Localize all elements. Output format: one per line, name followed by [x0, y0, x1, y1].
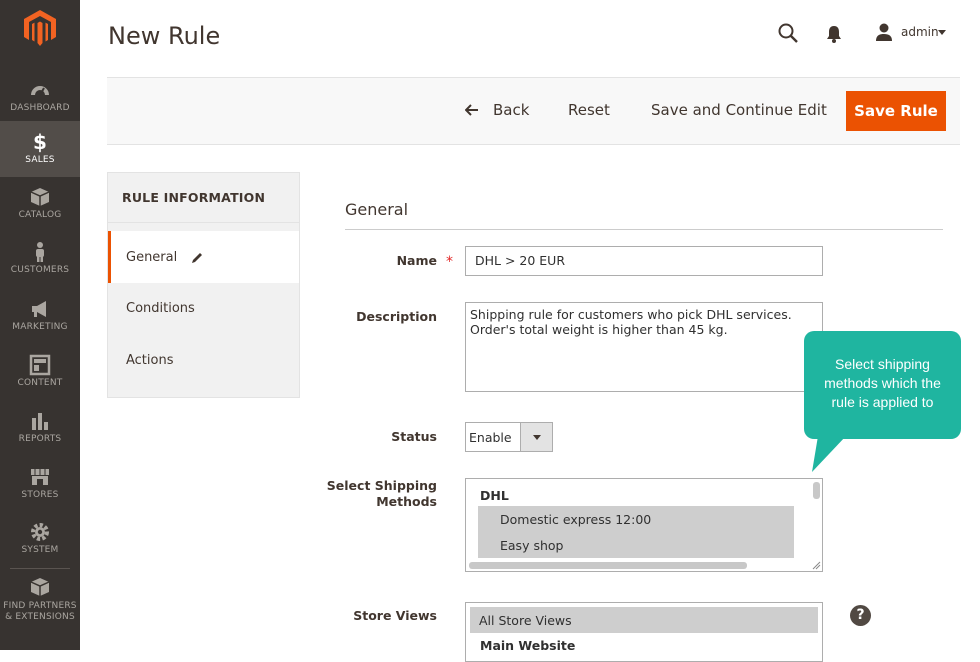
nav-content[interactable]: CONTENT [0, 354, 80, 410]
megaphone-icon [32, 301, 46, 317]
nav-label: SYSTEM [21, 545, 59, 555]
dollar-icon: $ [33, 131, 47, 153]
reset-button[interactable]: Reset [568, 101, 610, 119]
horizontal-scrollbar[interactable] [469, 562, 747, 569]
admin-sidebar: DASHBOARD $ SALES CATALOG CUSTOMERS MARK… [0, 0, 80, 650]
nav-find-partners[interactable]: FIND PARTNERS & EXTENSIONS [0, 576, 80, 636]
nav-label: MARKETING [12, 322, 68, 332]
page-title: New Rule [108, 22, 221, 50]
nav-label: SALES [25, 155, 55, 165]
box-icon [30, 188, 50, 206]
gear-icon [31, 523, 49, 541]
tab-conditions[interactable]: Conditions [108, 282, 299, 334]
description-textarea[interactable]: Shipping rule for customers who pick DHL… [465, 302, 823, 392]
shipping-methods-label-line: Select Shipping [326, 478, 437, 493]
nav-label: CUSTOMERS [10, 265, 70, 275]
shipping-methods-label-line: Methods [376, 494, 437, 509]
nav-label: STORES [21, 490, 59, 500]
back-label: Back [493, 101, 530, 119]
cube-icon [30, 578, 50, 596]
shipping-methods-label: Select Shipping Methods [307, 478, 437, 510]
status-select[interactable]: Enable [465, 422, 553, 452]
vertical-scrollbar[interactable] [813, 482, 820, 499]
tooltip-line: methods which the [824, 375, 941, 391]
save-and-continue-button[interactable]: Save and Continue Edit [651, 101, 827, 119]
nav-label: DASHBOARD [10, 103, 70, 113]
rule-information-tabs: RULE INFORMATION General Conditions Acti… [107, 172, 300, 398]
user-icon[interactable] [874, 22, 894, 42]
layout-icon [29, 354, 51, 376]
shipping-option[interactable]: Domestic express 12:00 [478, 506, 794, 532]
shipping-option[interactable]: Easy shop [478, 532, 794, 558]
tab-general[interactable]: General [108, 231, 299, 283]
back-button[interactable]: Back [465, 101, 529, 119]
nav-stores[interactable]: STORES [0, 466, 80, 522]
search-icon[interactable] [777, 22, 799, 44]
section-title: General [345, 200, 409, 219]
magento-logo-icon[interactable] [24, 10, 56, 46]
svg-text:$: $ [33, 131, 47, 153]
description-label: Description [356, 309, 437, 324]
tab-actions[interactable]: Actions [108, 334, 299, 386]
status-value: Enable [469, 429, 512, 445]
resize-handle-icon[interactable] [811, 560, 821, 570]
store-views-multiselect[interactable]: All Store Views Main Website [465, 602, 823, 662]
tooltip-pointer [812, 436, 846, 472]
tabs-title: RULE INFORMATION [122, 190, 266, 205]
person-icon [36, 242, 44, 262]
status-label: Status [391, 429, 437, 444]
arrow-left-icon [465, 104, 478, 116]
store-group-main-website: Main Website [480, 638, 576, 653]
tabs-divider [108, 222, 299, 223]
nav-label: & EXTENSIONS [5, 612, 75, 622]
save-rule-button[interactable]: Save Rule [846, 91, 946, 131]
caret-down-icon [532, 434, 541, 440]
name-input[interactable]: DHL > 20 EUR [465, 246, 823, 276]
nav-label: FIND PARTNERS [3, 601, 77, 611]
nav-label: CATALOG [18, 210, 62, 220]
nav-customers[interactable]: CUSTOMERS [0, 241, 80, 297]
nav-marketing[interactable]: MARKETING [0, 298, 80, 354]
storefront-icon [31, 469, 49, 485]
page-actions-bar: Back Reset Save and Continue Edit Save R… [107, 77, 960, 145]
nav-reports[interactable]: REPORTS [0, 410, 80, 466]
caret-down-icon[interactable] [938, 30, 946, 35]
nav-sales[interactable]: $ SALES [0, 121, 80, 177]
shipping-methods-tooltip: Select shipping methods which the rule i… [804, 331, 961, 439]
help-icon[interactable]: ? [850, 605, 871, 626]
admin-username[interactable]: admin [901, 25, 939, 39]
section-divider [345, 229, 943, 230]
dashboard-icon [31, 86, 49, 96]
name-label: Name [396, 253, 437, 268]
nav-label: CONTENT [17, 378, 63, 388]
tooltip-line: rule is applied to [831, 394, 934, 410]
store-views-label: Store Views [353, 608, 437, 623]
shipping-methods-multiselect[interactable]: DHL Domestic express 12:00 Easy shop [465, 478, 823, 572]
pencil-icon [192, 252, 203, 263]
store-view-option[interactable]: All Store Views [470, 607, 818, 633]
nav-divider [10, 568, 70, 569]
tab-label: General [126, 249, 178, 265]
required-asterisk: * [446, 254, 453, 270]
bar-chart-icon [32, 413, 48, 430]
nav-catalog[interactable]: CATALOG [0, 186, 80, 242]
tooltip-line: Select shipping [835, 356, 930, 372]
nav-label: REPORTS [18, 434, 62, 444]
select-toggle[interactable] [520, 423, 552, 451]
bell-icon[interactable] [825, 24, 843, 44]
shipping-group-dhl: DHL [480, 488, 509, 503]
